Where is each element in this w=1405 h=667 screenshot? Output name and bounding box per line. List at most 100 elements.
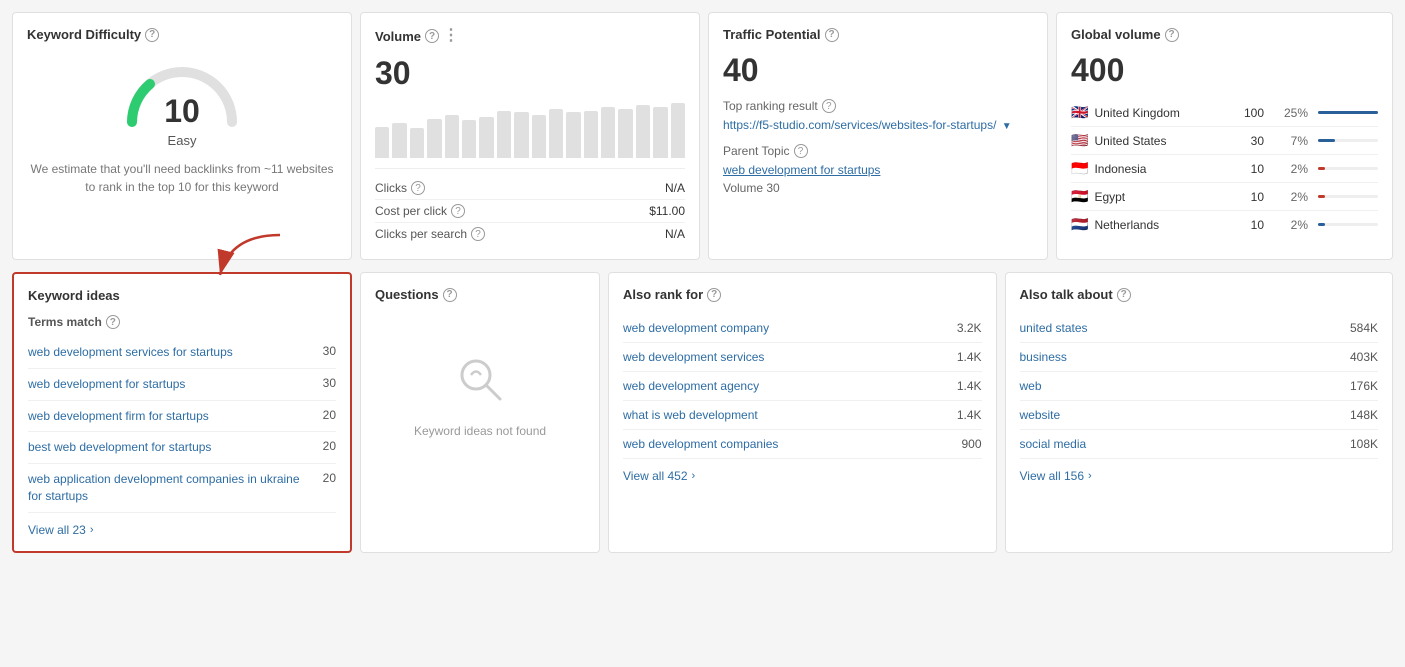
also-rank-row: web development company 3.2K <box>623 314 982 343</box>
keyword-idea-row: web application development companies in… <box>28 464 336 513</box>
kd-gauge-container: 10 Easy We estimate that you'll need bac… <box>27 52 337 206</box>
red-arrow-indicator <box>210 230 290 283</box>
view-all-also-talk[interactable]: View all 156 › <box>1020 469 1379 483</box>
volume-card-title: Volume ? ⋮ <box>375 27 685 45</box>
traffic-number: 40 <box>723 52 1033 89</box>
volume-bar <box>392 123 406 158</box>
keyword-idea-link[interactable]: best web development for startups <box>28 439 315 456</box>
cps-value: N/A <box>665 227 685 241</box>
country-name: Egypt <box>1094 190 1244 204</box>
parent-topic-label: Parent Topic ? <box>723 144 1033 158</box>
volume-bar <box>549 109 563 158</box>
keyword-ideas-section-title: Keyword ideas <box>28 288 336 303</box>
country-percent: 7% <box>1278 134 1308 148</box>
terms-match-help-icon[interactable]: ? <box>106 315 120 329</box>
country-bar-wrap <box>1318 111 1378 114</box>
also-rank-view-all-chevron: › <box>692 470 696 482</box>
also-talk-link[interactable]: business <box>1020 350 1350 364</box>
keyword-idea-volume: 30 <box>323 344 336 358</box>
also-talk-row: united states 584K <box>1020 314 1379 343</box>
keyword-idea-link[interactable]: web application development companies in… <box>28 471 315 505</box>
global-country-row: 🇺🇸 United States 30 7% <box>1071 127 1378 155</box>
global-country-row: 🇬🇧 United Kingdom 100 25% <box>1071 99 1378 127</box>
also-rank-link[interactable]: what is web development <box>623 408 957 422</box>
volume-bar <box>479 117 493 158</box>
country-volume: 30 <box>1251 134 1264 148</box>
also-talk-volume: 403K <box>1350 350 1378 364</box>
also-rank-row: web development agency 1.4K <box>623 372 982 401</box>
volume-more-icon[interactable]: ⋮ <box>443 25 459 45</box>
view-all-keywords[interactable]: View all 23 › <box>28 523 336 537</box>
keyword-idea-volume: 20 <box>323 471 336 485</box>
global-country-row: 🇪🇬 Egypt 10 2% <box>1071 183 1378 211</box>
traffic-potential-card: Traffic Potential ? 40 Top ranking resul… <box>708 12 1048 260</box>
parent-topic-container: Parent Topic ? web development for start… <box>723 144 1033 195</box>
clicks-row: Clicks ? N/A <box>375 177 685 200</box>
also-rank-volume: 1.4K <box>957 379 982 393</box>
also-talk-link[interactable]: united states <box>1020 321 1350 335</box>
kd-score: 10 <box>122 95 242 127</box>
volume-card: Volume ? ⋮ 30 Clicks ? N/A Cost per clic… <box>360 12 700 260</box>
also-talk-help-icon[interactable]: ? <box>1117 288 1131 302</box>
cps-row: Clicks per search ? N/A <box>375 223 685 245</box>
country-bar <box>1318 139 1335 142</box>
volume-title-text: Volume <box>375 29 421 44</box>
kd-card-title: Keyword Difficulty ? <box>27 27 337 42</box>
parent-topic-link[interactable]: web development for startups <box>723 163 880 177</box>
kd-help-icon[interactable]: ? <box>145 28 159 42</box>
cpc-row: Cost per click ? $11.00 <box>375 200 685 223</box>
also-rank-section-title: Also rank for ? <box>623 287 982 302</box>
country-flag: 🇳🇱 <box>1071 216 1088 233</box>
global-help-icon[interactable]: ? <box>1165 28 1179 42</box>
also-rank-volume: 1.4K <box>957 350 982 364</box>
country-volume: 100 <box>1244 106 1264 120</box>
country-bar-wrap <box>1318 195 1378 198</box>
also-rank-link[interactable]: web development company <box>623 321 957 335</box>
also-rank-link[interactable]: web development services <box>623 350 957 364</box>
country-bar-wrap <box>1318 167 1378 170</box>
also-rank-help-icon[interactable]: ? <box>707 288 721 302</box>
global-number: 400 <box>1071 52 1378 89</box>
cps-label: Clicks per search ? <box>375 227 485 241</box>
traffic-title-text: Traffic Potential <box>723 27 821 42</box>
also-talk-link[interactable]: web <box>1020 379 1350 393</box>
also-talk-link[interactable]: social media <box>1020 437 1350 451</box>
also-rank-link[interactable]: web development agency <box>623 379 957 393</box>
volume-number: 30 <box>375 55 685 92</box>
keyword-idea-link[interactable]: web development for startups <box>28 376 315 393</box>
volume-bar <box>601 107 615 158</box>
country-bar <box>1318 111 1378 114</box>
traffic-help-icon[interactable]: ? <box>825 28 839 42</box>
also-talk-link[interactable]: website <box>1020 408 1350 422</box>
bottom-section: Keyword ideas Terms match ? web developm… <box>12 272 1393 553</box>
top-ranking-help-icon[interactable]: ? <box>822 99 836 113</box>
volume-help-icon[interactable]: ? <box>425 29 439 43</box>
keyword-difficulty-card: Keyword Difficulty ? 10 Easy We esti <box>12 12 352 260</box>
parent-topic-volume: Volume 30 <box>723 181 1033 195</box>
cps-help-icon[interactable]: ? <box>471 227 485 241</box>
country-flag: 🇬🇧 <box>1071 104 1088 121</box>
volume-bar <box>584 111 598 158</box>
parent-topic-help-icon[interactable]: ? <box>794 144 808 158</box>
top-ranking-label: Top ranking result ? <box>723 99 1033 113</box>
country-flag: 🇪🇬 <box>1071 188 1088 205</box>
volume-stats: Clicks ? N/A Cost per click ? $11.00 Cli… <box>375 168 685 245</box>
keyword-idea-row: web development services for startups 30 <box>28 337 336 369</box>
keyword-idea-volume: 20 <box>323 439 336 453</box>
also-talk-card: Also talk about ? united states 584K bus… <box>1005 272 1394 553</box>
questions-help-icon[interactable]: ? <box>443 288 457 302</box>
volume-bar <box>566 112 580 158</box>
also-talk-view-all-chevron: › <box>1088 470 1092 482</box>
view-all-also-rank[interactable]: View all 452 › <box>623 469 982 483</box>
keyword-idea-link[interactable]: web development services for startups <box>28 344 315 361</box>
keyword-idea-link[interactable]: web development firm for startups <box>28 408 315 425</box>
clicks-help-icon[interactable]: ? <box>411 181 425 195</box>
kd-title-text: Keyword Difficulty <box>27 27 141 42</box>
top-ranking-url[interactable]: https://f5-studio.com/services/websites-… <box>723 118 1012 132</box>
also-rank-link[interactable]: web development companies <box>623 437 961 451</box>
also-talk-list: united states 584K business 403K web 176… <box>1020 314 1379 459</box>
volume-bar <box>618 109 632 158</box>
volume-bar <box>427 119 441 158</box>
country-bar-wrap <box>1318 139 1378 142</box>
cpc-help-icon[interactable]: ? <box>451 204 465 218</box>
